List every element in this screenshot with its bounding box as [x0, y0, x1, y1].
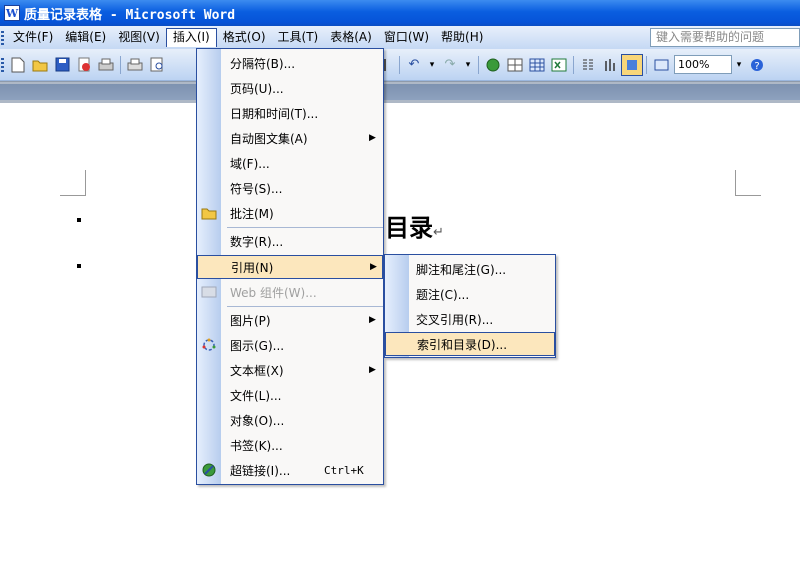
caption-item[interactable]: 题注(C)...	[385, 282, 555, 306]
window-title: 质量记录表格 - Microsoft Word	[24, 7, 236, 23]
insert-symbol-item[interactable]: 符号(S)...	[197, 176, 383, 200]
insert-comment-item[interactable]: 批注(M)	[197, 201, 383, 225]
menu-tools[interactable]: 工具(T)	[272, 28, 325, 47]
svg-text:?: ?	[754, 61, 759, 72]
diagram-icon	[197, 333, 221, 357]
menu-separator	[227, 306, 383, 307]
insert-date-time-item[interactable]: 日期和时间(T)...	[197, 101, 383, 125]
insert-hyperlink-item[interactable]: 超链接(I)... Ctrl+K	[197, 458, 383, 482]
submenu-arrow-icon: ▶	[369, 365, 376, 375]
submenu-arrow-icon: ▶	[369, 315, 376, 325]
title-bar: W 质量记录表格 - Microsoft Word	[0, 0, 800, 26]
permission-icon[interactable]	[73, 54, 95, 76]
comment-icon	[197, 201, 221, 225]
cross-reference-item[interactable]: 交叉引用(R)...	[385, 307, 555, 331]
help-search-input[interactable]: 键入需要帮助的问题	[650, 28, 800, 47]
insert-file-item[interactable]: 文件(L)...	[197, 383, 383, 407]
margin-corner-right	[735, 170, 761, 196]
standard-toolbar: ↶ ▾ ↷ ▾ 100% ▾ ?	[0, 49, 800, 81]
menu-window[interactable]: 窗口(W)	[378, 28, 435, 47]
insert-number-item[interactable]: 数字(R)...	[197, 229, 383, 253]
reference-submenu: 脚注和尾注(G)... 题注(C)... 交叉引用(R)... 索引和目录(D)…	[384, 254, 556, 358]
submenu-arrow-icon: ▶	[369, 133, 376, 143]
print-preview-icon[interactable]	[124, 54, 146, 76]
toolbar-grip-handle[interactable]	[1, 57, 4, 72]
insert-page-number-item[interactable]: 页码(U)...	[197, 76, 383, 100]
toolbar-separator	[573, 55, 574, 74]
insert-reference-item[interactable]: 引用(N) ▶	[197, 255, 383, 279]
document-heading: 目录↵	[385, 214, 444, 242]
toolbar-separator	[120, 55, 121, 74]
menu-separator	[227, 227, 383, 228]
menu-bar: 文件(F) 编辑(E) 视图(V) 插入(I) 格式(O) 工具(T) 表格(A…	[0, 26, 800, 49]
footnote-endnote-item[interactable]: 脚注和尾注(G)...	[385, 257, 555, 281]
menubar-grip-handle[interactable]	[1, 30, 4, 45]
print-icon[interactable]	[95, 54, 117, 76]
toolbar-separator	[399, 55, 400, 74]
insert-table-icon[interactable]	[526, 54, 548, 76]
drawing-icon[interactable]	[599, 54, 621, 76]
insert-break-item[interactable]: 分隔符(B)...	[197, 51, 383, 75]
hyperlink-globe-icon	[197, 458, 221, 482]
help-icon[interactable]: ?	[746, 54, 768, 76]
insert-textbox-item[interactable]: 文本框(X) ▶	[197, 358, 383, 382]
insert-web-component-item[interactable]: Web 组件(W)...	[197, 280, 383, 304]
toolbar-separator	[646, 55, 647, 74]
insert-excel-icon[interactable]	[548, 54, 570, 76]
insert-menu: 分隔符(B)... 页码(U)... 日期和时间(T)... 自动图文集(A) ▶…	[196, 48, 384, 485]
undo-dropdown-icon[interactable]: ▾	[425, 55, 439, 74]
menu-format[interactable]: 格式(O)	[217, 28, 272, 47]
menu-insert[interactable]: 插入(I)	[165, 28, 217, 47]
index-and-tables-item[interactable]: 索引和目录(D)...	[385, 332, 555, 356]
web-component-icon	[197, 280, 221, 304]
redo-icon[interactable]: ↷	[439, 54, 461, 76]
toolbar-separator	[478, 55, 479, 74]
word-app-icon[interactable]: W	[4, 5, 20, 21]
insert-field-item[interactable]: 域(F)...	[197, 151, 383, 175]
show-hide-icon[interactable]	[650, 54, 672, 76]
submenu-arrow-icon: ▶	[370, 262, 377, 272]
ruler[interactable]	[0, 81, 800, 103]
insert-bookmark-item[interactable]: 书签(K)...	[197, 433, 383, 457]
menu-table[interactable]: 表格(A)	[324, 28, 378, 47]
menu-edit[interactable]: 编辑(E)	[59, 28, 112, 47]
list-bullet	[77, 218, 81, 222]
insert-picture-item[interactable]: 图片(P) ▶	[197, 308, 383, 332]
menu-view[interactable]: 视图(V)	[112, 28, 166, 47]
zoom-dropdown-icon[interactable]: ▾	[732, 55, 746, 74]
save-icon[interactable]	[51, 54, 73, 76]
undo-icon[interactable]: ↶	[403, 54, 425, 76]
insert-object-item[interactable]: 对象(O)...	[197, 408, 383, 432]
margin-corner-left	[60, 170, 86, 196]
menu-help[interactable]: 帮助(H)	[435, 28, 489, 47]
open-folder-icon[interactable]	[29, 54, 51, 76]
zoom-input[interactable]: 100%	[674, 55, 732, 74]
tables-borders-icon[interactable]	[504, 54, 526, 76]
menu-file[interactable]: 文件(F)	[7, 28, 59, 47]
redo-dropdown-icon[interactable]: ▾	[461, 55, 475, 74]
hyperlink-shortcut: Ctrl+K	[324, 463, 364, 477]
paragraph-mark-icon: ↵	[433, 225, 444, 240]
columns-icon[interactable]	[577, 54, 599, 76]
new-document-icon[interactable]	[7, 54, 29, 76]
preview-magnifier-icon[interactable]	[146, 54, 168, 76]
list-bullet	[77, 264, 81, 268]
hyperlink-icon[interactable]	[482, 54, 504, 76]
document-map-icon[interactable]	[621, 53, 643, 76]
insert-diagram-item[interactable]: 图示(G)...	[197, 333, 383, 357]
insert-autotext-item[interactable]: 自动图文集(A) ▶	[197, 126, 383, 150]
